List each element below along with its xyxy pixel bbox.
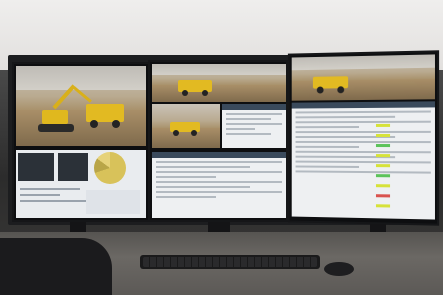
text-line [156, 166, 250, 168]
text-line [295, 150, 431, 154]
panel-header [152, 152, 286, 158]
text-line [295, 160, 431, 164]
right-monitor [287, 50, 440, 226]
dashboard-panel [16, 150, 146, 218]
text-line [156, 186, 250, 188]
text-line [295, 126, 359, 129]
camera-feed-excavator [16, 66, 146, 146]
status-highlight [375, 194, 391, 198]
text-line [295, 115, 395, 119]
text-line [295, 110, 431, 114]
status-highlight [375, 123, 391, 127]
camera-feed-site [152, 104, 220, 148]
panel-header [291, 101, 435, 109]
panel-header [222, 104, 286, 110]
kpi-tile [18, 153, 54, 181]
sky [152, 64, 286, 76]
camera-feed-loader [291, 54, 435, 101]
office-chair [0, 238, 112, 295]
text-line [20, 200, 90, 202]
mouse[interactable] [324, 262, 354, 276]
quarry-ground [16, 110, 146, 146]
text-line [295, 120, 431, 124]
status-highlight [375, 204, 391, 208]
text-line [156, 191, 282, 193]
text-line [295, 140, 431, 144]
text-line [226, 113, 282, 115]
text-line [156, 196, 217, 198]
status-highlight [375, 164, 391, 168]
text-line [226, 123, 282, 125]
report-panel-right [222, 104, 286, 148]
status-highlight [375, 133, 391, 137]
camera-feed-trucks [152, 64, 286, 102]
text-line [156, 171, 282, 173]
status-highlight [375, 184, 391, 188]
quarry-ground [152, 84, 286, 102]
pie-chart-icon [94, 152, 126, 184]
text-line [156, 161, 282, 163]
text-line [226, 118, 271, 120]
text-line [156, 181, 282, 183]
text-line [20, 188, 80, 190]
sky [291, 54, 435, 71]
text-line [20, 194, 60, 196]
text-line [295, 165, 359, 168]
data-table-panel [291, 101, 435, 220]
kpi-tile [58, 153, 88, 181]
text-line [295, 170, 431, 174]
text-line [226, 128, 255, 130]
text-line [156, 176, 217, 178]
status-highlight [375, 174, 391, 178]
left-monitor [12, 62, 150, 222]
text-line [226, 133, 271, 135]
keyboard[interactable] [140, 255, 320, 269]
center-monitor [148, 60, 288, 222]
text-line [295, 130, 431, 134]
status-highlight [375, 154, 391, 158]
sky [16, 66, 146, 90]
mini-table [86, 190, 140, 214]
text-line [295, 145, 359, 148]
status-highlight [375, 144, 391, 148]
document-panel [152, 152, 286, 218]
